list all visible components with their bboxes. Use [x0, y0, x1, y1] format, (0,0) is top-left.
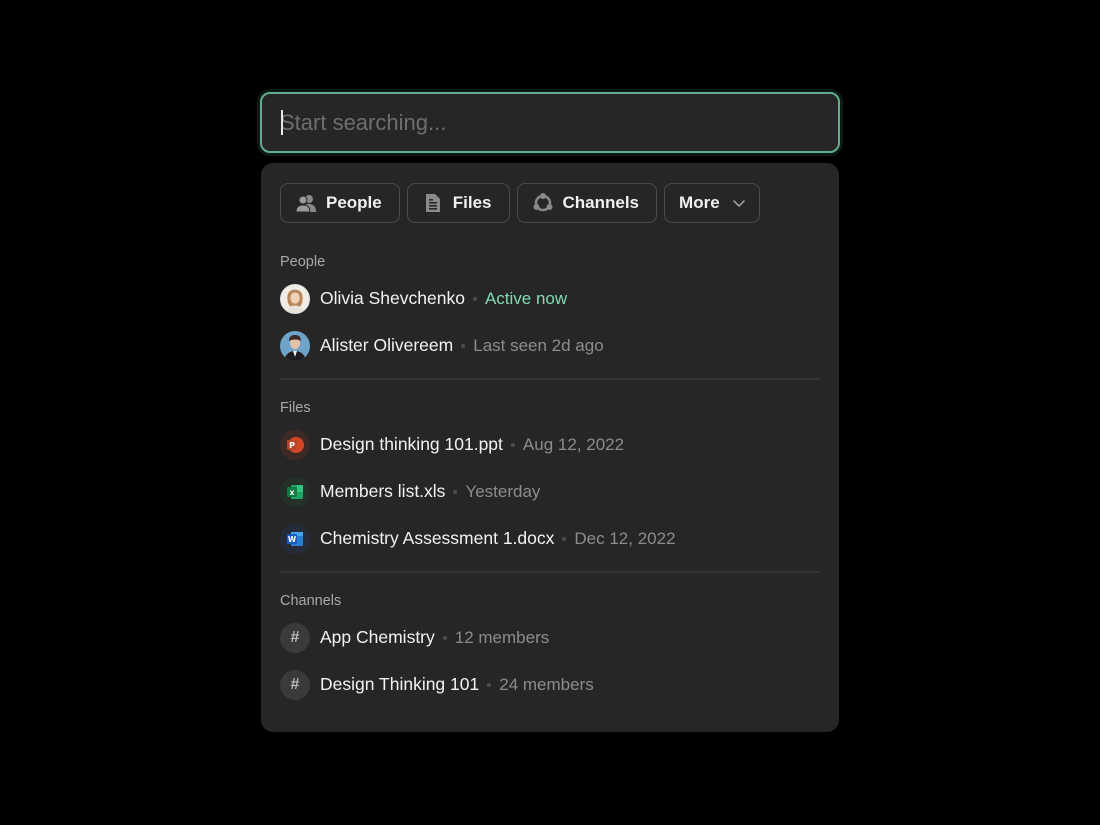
file-result-xls[interactable]: x Members list.xls Yesterday	[280, 468, 820, 515]
channels-icon	[532, 192, 554, 214]
channel-result-app-chemistry[interactable]: # App Chemistry 12 members	[280, 614, 820, 661]
channel-members: 12 members	[454, 627, 550, 647]
people-icon	[295, 192, 317, 214]
search-input[interactable]	[262, 94, 838, 151]
separator-dot	[487, 682, 492, 687]
powerpoint-icon: P	[280, 429, 310, 460]
separator-dot	[562, 536, 567, 541]
separator-dot	[461, 343, 466, 348]
avatar	[280, 330, 310, 361]
file-date: Dec 12, 2022	[574, 528, 676, 548]
separator-dot	[472, 296, 477, 301]
file-icon	[422, 192, 444, 214]
svg-text:W: W	[288, 535, 297, 544]
section-divider	[280, 378, 820, 380]
separator-dot	[453, 489, 458, 494]
person-result-olivia[interactable]: Olivia Shevchenko Active now	[280, 275, 820, 322]
filter-more-label: More	[679, 193, 720, 212]
avatar	[280, 283, 310, 314]
channels-list: # App Chemistry 12 members # Design Thin…	[280, 614, 820, 708]
svg-text:P: P	[289, 441, 295, 450]
filter-chips: People Files Channels More	[280, 183, 820, 223]
svg-text:x: x	[290, 488, 295, 497]
person-name: Alister Olivereem	[320, 335, 454, 355]
word-icon: W	[280, 523, 310, 554]
file-name: Design thinking 101.ppt	[320, 434, 503, 454]
person-status: Last seen 2d ago	[473, 335, 604, 355]
file-name: Chemistry Assessment 1.docx	[320, 528, 555, 548]
file-date: Aug 12, 2022	[522, 434, 625, 454]
hashtag-icon: #	[280, 669, 310, 700]
filter-people-button[interactable]: People	[280, 183, 400, 223]
separator-dot	[442, 635, 447, 640]
section-label-channels: Channels	[280, 593, 342, 609]
file-date: Yesterday	[465, 481, 541, 501]
excel-icon: x	[280, 476, 310, 507]
filter-files-label: Files	[452, 193, 492, 212]
section-divider	[280, 571, 820, 573]
person-result-alister[interactable]: Alister Olivereem Last seen 2d ago	[280, 322, 820, 369]
file-name: Members list.xls	[320, 481, 446, 501]
hashtag-icon: #	[280, 622, 310, 653]
separator-dot	[510, 442, 515, 447]
chevron-down-icon	[732, 196, 746, 210]
person-status: Active now	[484, 288, 568, 308]
filter-more-dropdown[interactable]: More	[664, 183, 760, 223]
text-cursor	[281, 110, 283, 135]
channel-members: 24 members	[499, 674, 594, 694]
section-label-files: Files	[280, 400, 311, 416]
channel-name: Design Thinking 101	[320, 674, 480, 694]
filter-channels-label: Channels	[562, 193, 640, 212]
filter-files-button[interactable]: Files	[406, 183, 510, 223]
search-box[interactable]	[260, 92, 840, 153]
channel-name: App Chemistry	[320, 627, 435, 647]
filter-channels-button[interactable]: Channels	[516, 183, 658, 223]
filter-people-label: People	[326, 193, 382, 212]
channel-result-design-thinking[interactable]: # Design Thinking 101 24 members	[280, 661, 820, 708]
file-result-ppt[interactable]: P Design thinking 101.ppt Aug 12, 2022	[280, 421, 820, 468]
people-list: Olivia Shevchenko Active now Alister Oli…	[280, 275, 820, 369]
files-list: P Design thinking 101.ppt Aug 12, 2022 x…	[280, 421, 820, 562]
person-name: Olivia Shevchenko	[320, 288, 465, 308]
file-result-docx[interactable]: W Chemistry Assessment 1.docx Dec 12, 20…	[280, 515, 820, 562]
search-results-panel: People Files Channels More People Olivia…	[261, 163, 839, 732]
section-label-people: People	[280, 254, 326, 270]
